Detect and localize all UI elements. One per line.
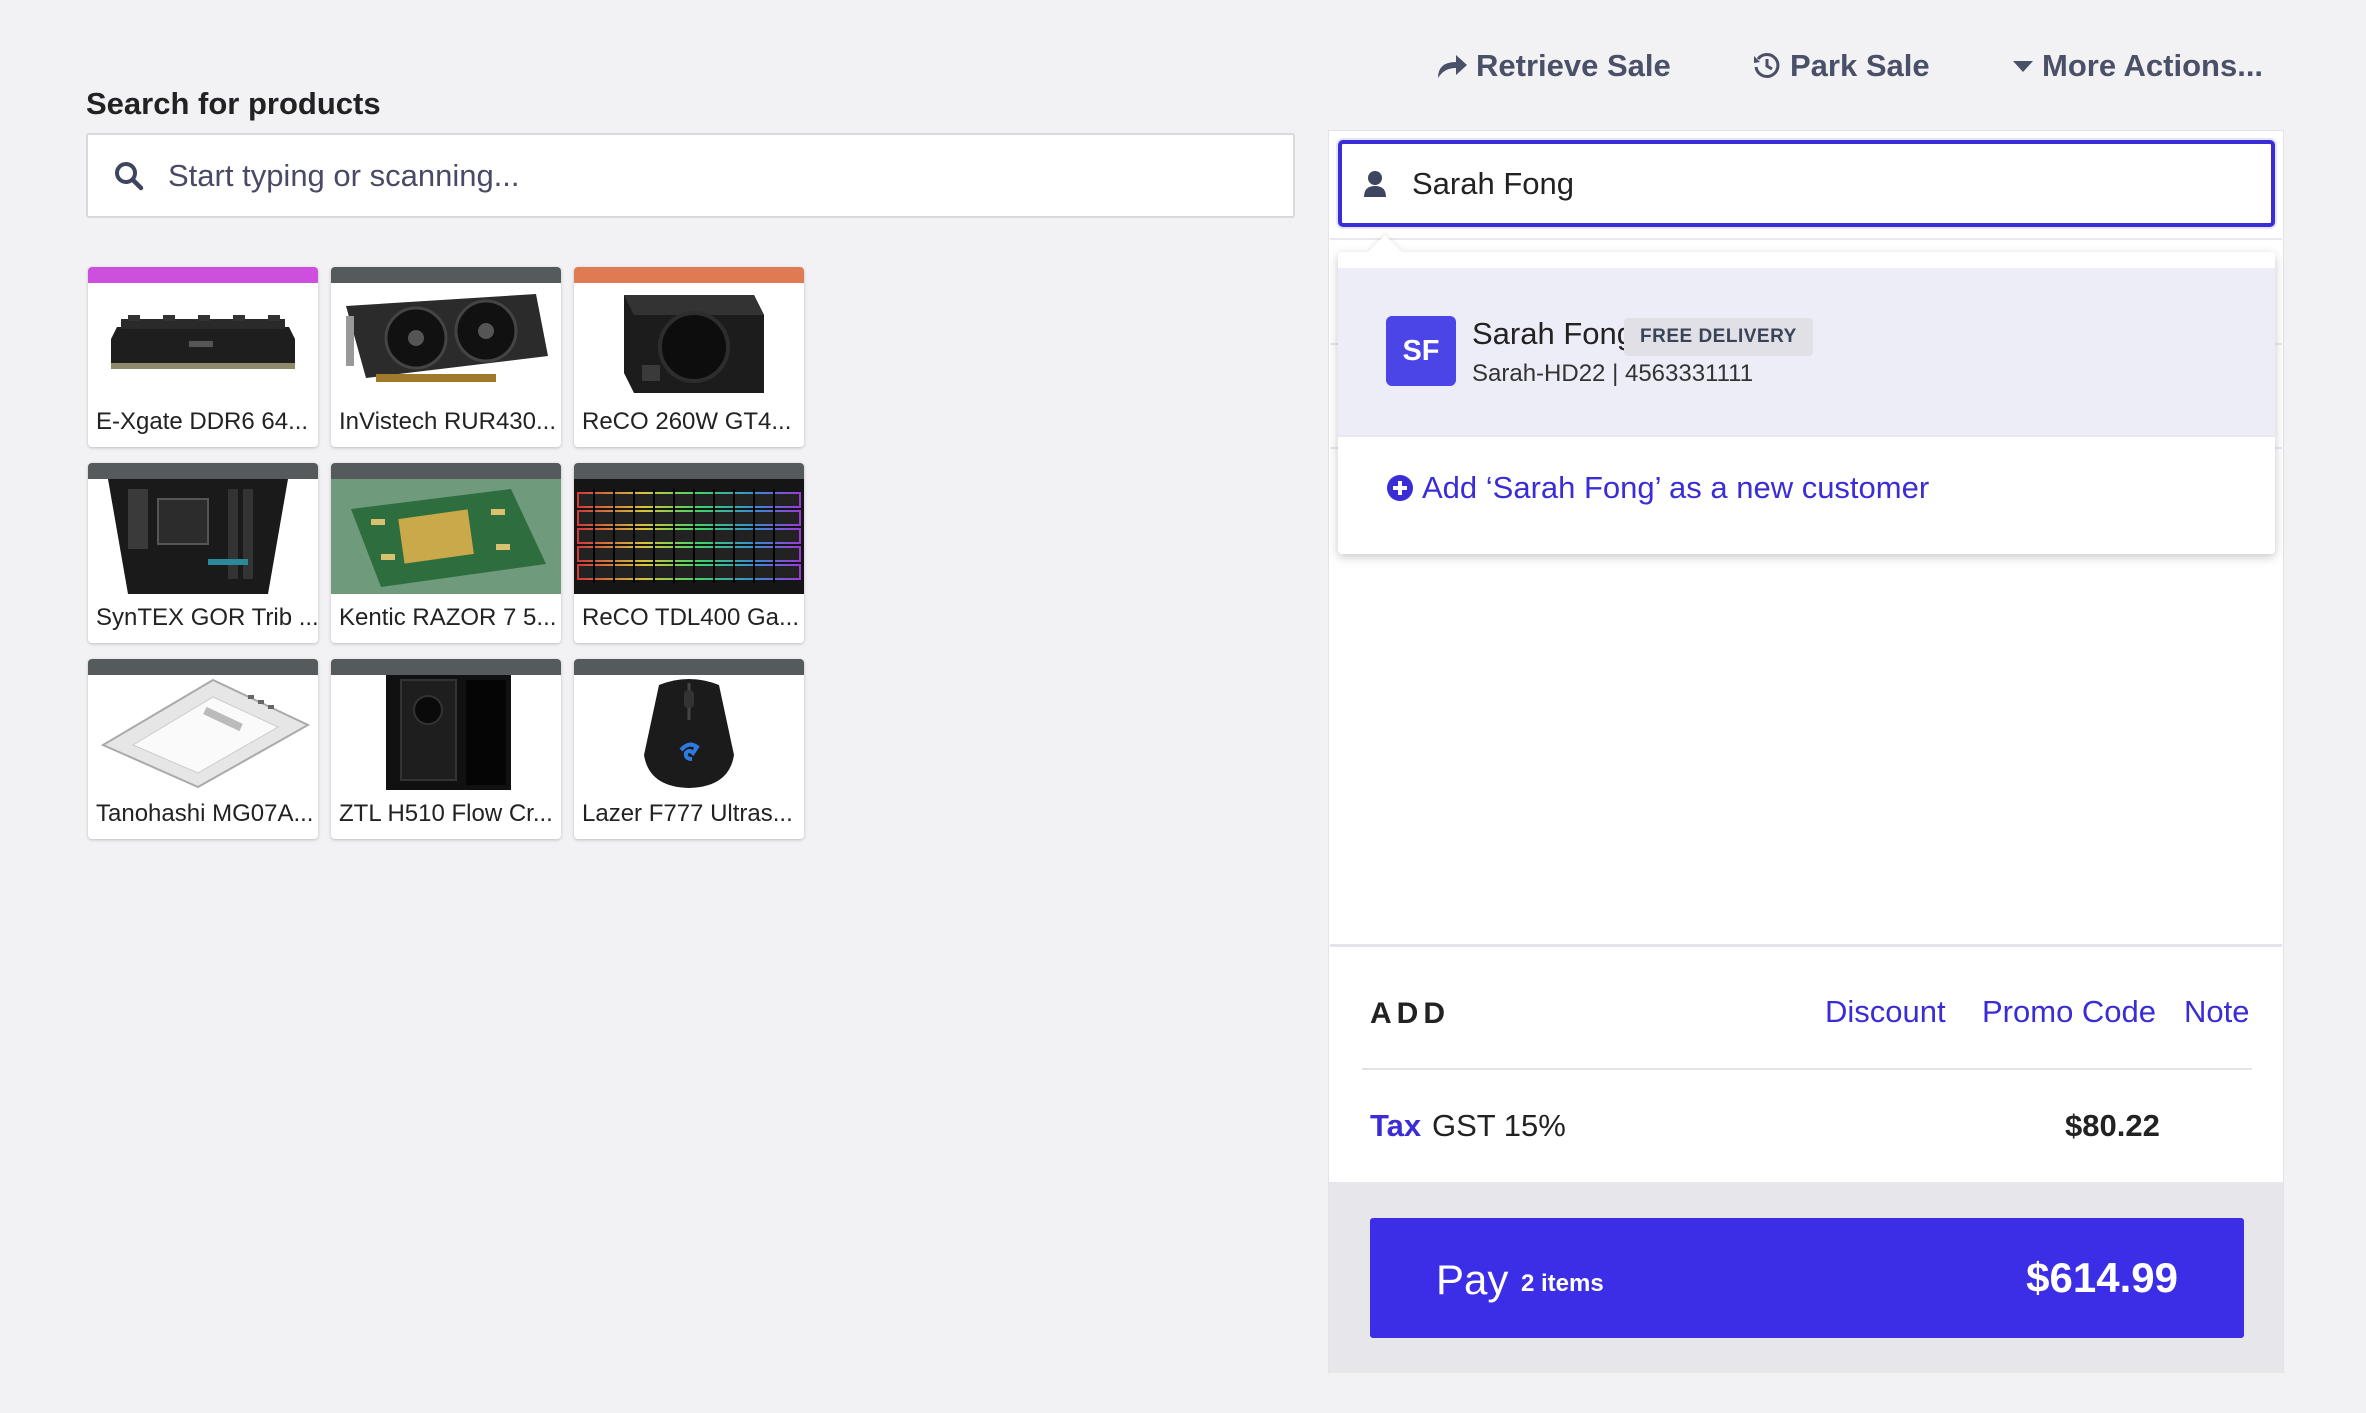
retrieve-sale-button[interactable]: Retrieve Sale xyxy=(1436,48,1671,84)
product-tile[interactable]: SynTEX GOR Trib ... xyxy=(88,463,318,643)
pay-label: Pay xyxy=(1436,1256,1509,1303)
customer-dropdown: SF Sarah Fong FREE DELIVERY Sarah-HD22 |… xyxy=(1338,235,2275,554)
product-name: SynTEX GOR Trib ... xyxy=(96,604,318,631)
product-color-bar xyxy=(88,659,318,675)
hdd-image xyxy=(88,675,318,790)
product-tile[interactable]: E-Xgate DDR6 64... xyxy=(88,267,318,447)
more-actions-button[interactable]: More Actions... xyxy=(2012,48,2263,84)
user-icon xyxy=(1364,170,1386,197)
product-name: InVistech RUR430... xyxy=(339,408,556,435)
product-tile[interactable]: InVistech RUR430... xyxy=(331,267,561,447)
product-color-bar xyxy=(88,463,318,479)
share-arrow-icon xyxy=(1438,55,1467,78)
product-name: Kentic RAZOR 7 5... xyxy=(339,604,557,631)
product-color-bar xyxy=(574,659,804,675)
cpu-image xyxy=(331,479,561,594)
product-color-bar xyxy=(88,267,318,283)
customer-name: Sarah Fong xyxy=(1472,316,1634,351)
more-actions-label: More Actions... xyxy=(2042,48,2264,83)
panel-divider xyxy=(1330,238,2282,240)
product-color-bar xyxy=(574,267,804,283)
product-grid: E-Xgate DDR6 64... InVistech RUR430... R… xyxy=(88,267,804,839)
customer-search-input[interactable] xyxy=(1412,165,2232,202)
psu-image xyxy=(574,283,804,398)
product-tile[interactable]: Tanohashi MG07A... xyxy=(88,659,318,839)
product-name: Tanohashi MG07A... xyxy=(96,800,314,827)
discount-link[interactable]: Discount xyxy=(1825,994,1946,1030)
product-search-box[interactable] xyxy=(86,133,1295,218)
customer-search-box[interactable] xyxy=(1338,140,2275,227)
product-color-bar xyxy=(331,659,561,675)
pay-total: $614.99 xyxy=(2026,1254,2178,1301)
free-delivery-badge: FREE DELIVERY xyxy=(1624,318,1813,356)
product-name: ReCO TDL400 Ga... xyxy=(582,604,799,631)
note-link[interactable]: Note xyxy=(2184,994,2249,1030)
gpu-image xyxy=(331,283,561,398)
add-section-title: ADD xyxy=(1370,997,1450,1030)
pay-item-count: 2 items xyxy=(1521,1270,1604,1297)
product-name: Lazer F777 Ultras... xyxy=(582,800,793,827)
retrieve-sale-label: Retrieve Sale xyxy=(1476,48,1671,83)
product-name: ReCO 260W GT4... xyxy=(582,408,792,435)
product-name: ZTL H510 Flow Cr... xyxy=(339,800,553,827)
product-color-bar xyxy=(331,463,561,479)
tax-name: GST 15% xyxy=(1432,1108,1566,1143)
promo-code-link[interactable]: Promo Code xyxy=(1982,994,2156,1030)
product-color-bar xyxy=(574,463,804,479)
park-sale-button[interactable]: Park Sale xyxy=(1752,48,1930,84)
section-divider xyxy=(1330,944,2282,947)
product-tile[interactable]: ZTL H510 Flow Cr... xyxy=(331,659,561,839)
product-tile[interactable]: ReCO 260W GT4... xyxy=(574,267,804,447)
product-tile[interactable]: ReCO TDL400 Ga... xyxy=(574,463,804,643)
avatar: SF xyxy=(1386,316,1456,386)
ram-image xyxy=(88,283,318,398)
park-sale-label: Park Sale xyxy=(1790,48,1930,83)
search-icon xyxy=(115,161,144,190)
pay-button[interactable]: Pay 2 items $614.99 xyxy=(1370,1218,2244,1338)
add-new-customer-link[interactable]: Add ‘Sarah Fong’ as a new customer xyxy=(1386,470,1929,506)
dropdown-divider xyxy=(1338,435,2275,437)
product-name: E-Xgate DDR6 64... xyxy=(96,408,309,435)
plus-circle-icon xyxy=(1387,475,1413,501)
product-tile[interactable]: Kentic RAZOR 7 5... xyxy=(331,463,561,643)
mouse-image xyxy=(574,675,804,790)
history-icon xyxy=(1754,52,1780,78)
tax-amount: $80.22 xyxy=(2065,1108,2160,1143)
product-search-input[interactable] xyxy=(168,157,1268,194)
caret-down-icon xyxy=(2013,61,2033,72)
customer-meta: Sarah-HD22 | 4563331111 xyxy=(1472,360,1754,387)
keyboard-image xyxy=(574,479,804,594)
product-tile[interactable]: Lazer F777 Ultras... xyxy=(574,659,804,839)
tax-divider xyxy=(1362,1068,2252,1070)
search-label: Search for products xyxy=(86,86,381,121)
tax-link[interactable]: Tax xyxy=(1370,1108,1421,1144)
case-image xyxy=(331,675,561,790)
motherboard-image xyxy=(88,479,318,594)
add-new-customer-label: Add ‘Sarah Fong’ as a new customer xyxy=(1422,470,1930,505)
product-color-bar xyxy=(331,267,561,283)
customer-result-row[interactable]: SF Sarah Fong FREE DELIVERY Sarah-HD22 |… xyxy=(1338,268,2275,436)
